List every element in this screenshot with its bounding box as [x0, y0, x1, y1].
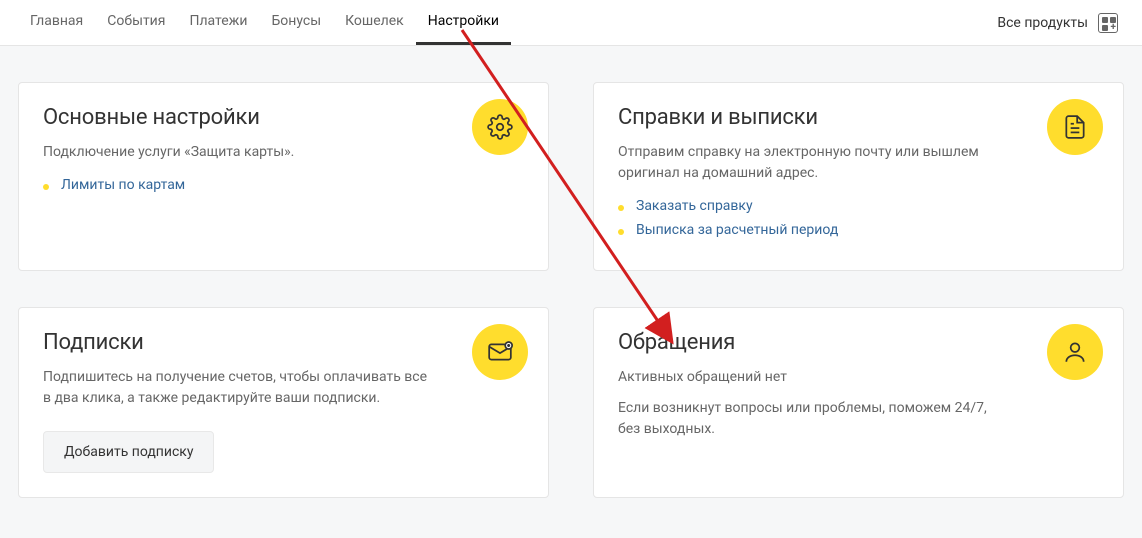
card-subscriptions: Подписки Подпишитесь на получение счетов…	[18, 307, 549, 498]
navbar: Главная События Платежи Бонусы Кошелек Н…	[0, 0, 1142, 46]
link-order-statement[interactable]: Заказать справку	[618, 198, 1099, 214]
card-title: Подписки	[43, 330, 524, 355]
all-products-link[interactable]: Все продукты	[997, 15, 1088, 31]
card-statements: Справки и выписки Отправим справку на эл…	[593, 82, 1124, 271]
nav-tab-settings[interactable]: Настройки	[416, 0, 511, 45]
nav-right: Все продукты	[997, 0, 1118, 45]
envelope-plus-icon	[472, 324, 528, 380]
card-title: Обращения	[618, 330, 1099, 355]
card-desc: Если возникнут вопросы или проблемы, пом…	[618, 398, 1003, 440]
card-basic-settings: Основные настройки Подключение услуги «З…	[18, 82, 549, 271]
nav-tab-payments[interactable]: Платежи	[177, 0, 259, 45]
person-icon	[1047, 324, 1103, 380]
card-desc: Подключение услуги «Защита карты».	[43, 142, 428, 163]
add-subscription-button[interactable]: Добавить подписку	[43, 431, 214, 473]
card-title: Основные настройки	[43, 105, 524, 130]
nav-tab-events[interactable]: События	[95, 0, 177, 45]
nav-tab-wallet[interactable]: Кошелек	[333, 0, 416, 45]
nav-tab-main[interactable]: Главная	[18, 0, 95, 45]
apps-grid-icon[interactable]	[1098, 13, 1118, 33]
card-desc: Подпишитесь на получение счетов, чтобы о…	[43, 367, 428, 409]
card-tickets: Обращения Активных обращений нет Если во…	[593, 307, 1124, 498]
nav-tabs: Главная События Платежи Бонусы Кошелек Н…	[18, 0, 511, 45]
card-subtitle: Активных обращений нет	[618, 367, 1003, 388]
link-list: Лимиты по картам	[43, 177, 524, 193]
card-desc: Отправим справку на электронную почту ил…	[618, 142, 1003, 184]
nav-tab-bonuses[interactable]: Бонусы	[259, 0, 333, 45]
link-card-limits[interactable]: Лимиты по картам	[43, 177, 524, 193]
link-period-statement[interactable]: Выписка за расчетный период	[618, 222, 1099, 238]
document-icon	[1047, 99, 1103, 155]
card-title: Справки и выписки	[618, 105, 1099, 130]
gear-icon	[472, 99, 528, 155]
link-list: Заказать справку Выписка за расчетный пе…	[618, 198, 1099, 238]
content-grid: Основные настройки Подключение услуги «З…	[0, 46, 1142, 516]
